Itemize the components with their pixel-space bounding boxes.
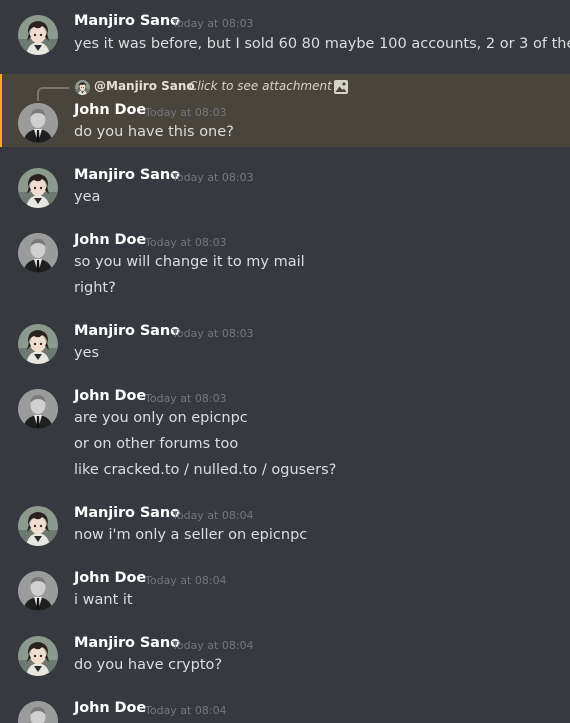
message-author[interactable]: Manjiro Sano	[74, 13, 180, 29]
message-timestamp: Today at 08:03	[172, 327, 254, 340]
avatar[interactable]	[18, 571, 58, 611]
message-timestamp: Today at 08:04	[172, 639, 254, 652]
avatar[interactable]	[18, 389, 58, 429]
chat-view: Manjiro Sano Today at 08:03 yes it was b…	[0, 0, 570, 723]
avatar[interactable]	[18, 506, 58, 546]
reply-author[interactable]: @Manjiro Sano	[94, 79, 195, 93]
message-author[interactable]: John Doe	[74, 102, 146, 118]
avatar[interactable]	[18, 168, 58, 208]
message-text: so you will change it to my mail	[74, 254, 305, 270]
message-author[interactable]: John Doe	[74, 700, 146, 716]
reply-spine	[37, 87, 69, 101]
message-author[interactable]: John Doe	[74, 232, 146, 248]
reply-attachment-link[interactable]: Click to see attachment	[189, 79, 332, 93]
suit-avatar-icon	[18, 233, 58, 273]
message-text: yes	[74, 345, 100, 361]
avatar[interactable]	[18, 324, 58, 364]
message-text: do you have this one?	[74, 124, 234, 140]
message-text: now i'm only a seller on epicnpc	[74, 527, 308, 543]
avatar[interactable]	[18, 15, 58, 55]
image-icon[interactable]	[333, 79, 349, 95]
anime-avatar-icon	[18, 15, 58, 55]
suit-avatar-icon	[18, 389, 58, 429]
anime-avatar-icon	[75, 80, 90, 95]
message-text: do you have crypto?	[74, 657, 223, 673]
message-author[interactable]: Manjiro Sano	[74, 167, 180, 183]
suit-avatar-icon	[18, 701, 58, 723]
suit-avatar-icon	[18, 103, 58, 143]
message-timestamp: Today at 08:04	[172, 509, 254, 522]
avatar[interactable]	[18, 701, 58, 723]
message-author[interactable]: Manjiro Sano	[74, 505, 180, 521]
message-timestamp: Today at 08:04	[145, 704, 227, 717]
message-text: yes it was before, but I sold 60 80 mayb…	[74, 36, 570, 52]
message-text: are you only on epicnpc	[74, 410, 248, 426]
avatar[interactable]	[18, 103, 58, 143]
message-text: or on other forums too	[74, 436, 239, 452]
message-text: i want it	[74, 592, 133, 608]
message-text: right?	[74, 280, 116, 296]
message-timestamp: Today at 08:03	[145, 106, 227, 119]
message-author[interactable]: John Doe	[74, 570, 146, 586]
avatar[interactable]	[18, 233, 58, 273]
suit-avatar-icon	[18, 571, 58, 611]
anime-avatar-icon	[18, 168, 58, 208]
message-timestamp: Today at 08:03	[145, 236, 227, 249]
reply-avatar[interactable]	[75, 80, 90, 95]
message-author[interactable]: Manjiro Sano	[74, 323, 180, 339]
message-timestamp: Today at 08:04	[145, 574, 227, 587]
anime-avatar-icon	[18, 506, 58, 546]
message-timestamp: Today at 08:03	[172, 17, 254, 30]
anime-avatar-icon	[18, 636, 58, 676]
anime-avatar-icon	[18, 324, 58, 364]
message-timestamp: Today at 08:03	[172, 171, 254, 184]
highlight-bar	[0, 74, 2, 147]
message-author[interactable]: John Doe	[74, 388, 146, 404]
message-timestamp: Today at 08:03	[145, 392, 227, 405]
avatar[interactable]	[18, 636, 58, 676]
message-author[interactable]: Manjiro Sano	[74, 635, 180, 651]
message-text: yea	[74, 189, 101, 205]
message-text: like cracked.to / nulled.to / ogusers?	[74, 462, 337, 478]
